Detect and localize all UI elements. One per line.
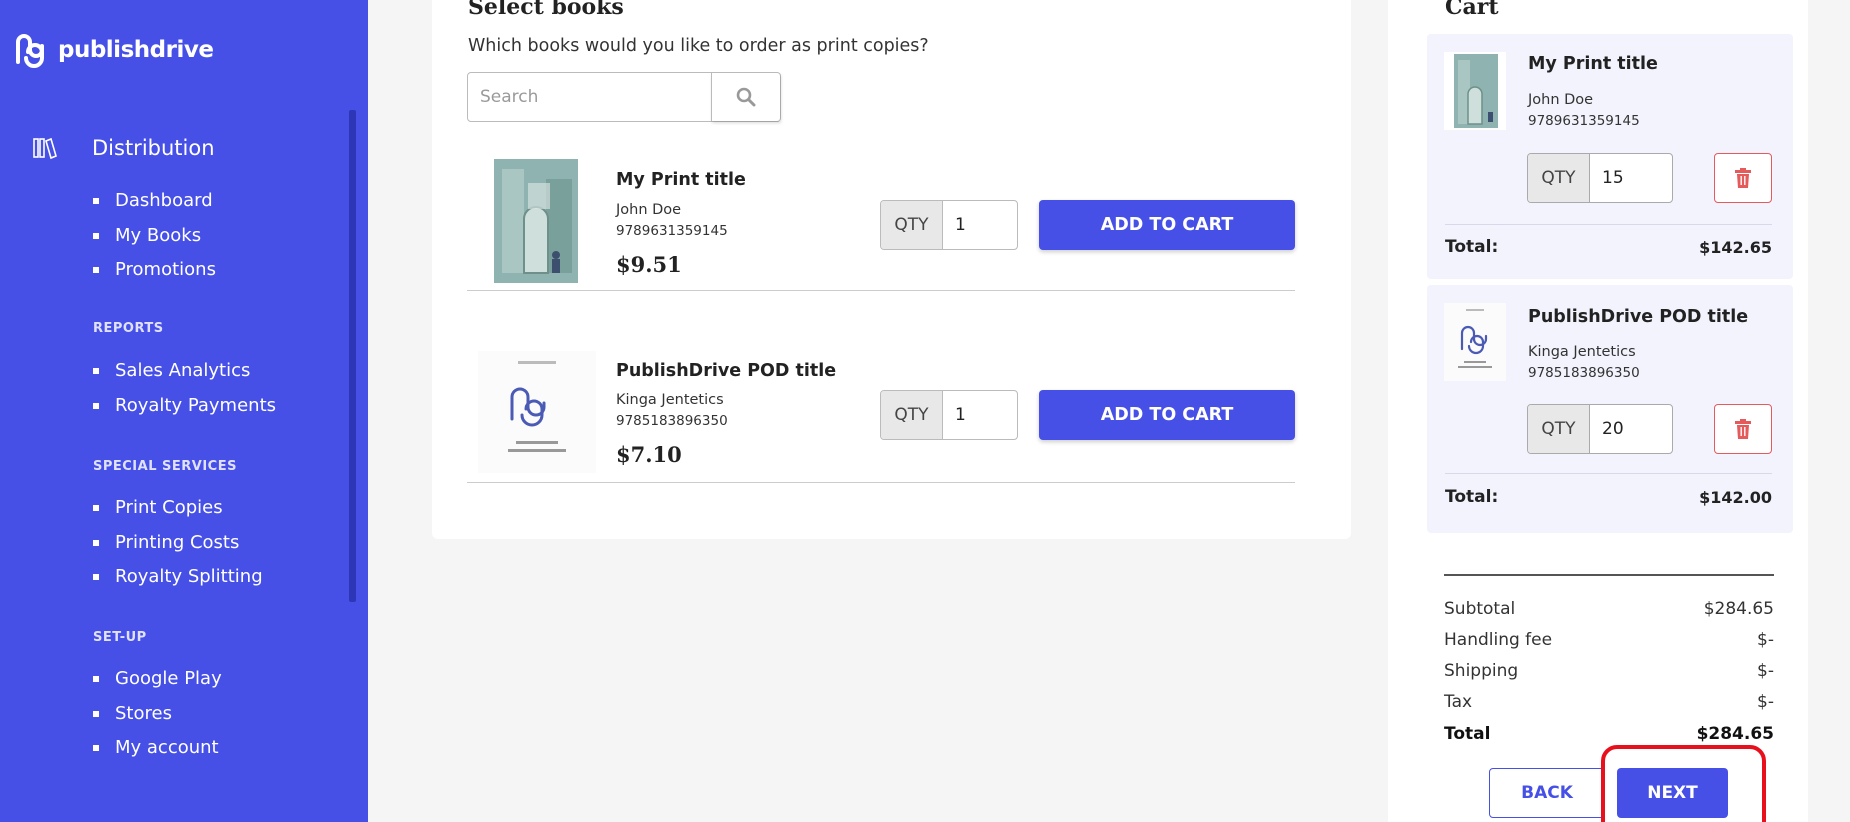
special-services-heading: SPECIAL SERVICES	[93, 459, 237, 474]
remove-item-button[interactable]	[1714, 404, 1772, 454]
cart-quantity-field: QTY 15	[1527, 153, 1673, 203]
trash-icon	[1735, 419, 1751, 439]
summary-label: Tax	[1444, 692, 1473, 712]
qty-label: QTY	[881, 201, 943, 249]
summary-label: Shipping	[1444, 661, 1519, 681]
cart-item: My Print title John Doe 9789631359145 QT…	[1427, 34, 1793, 279]
cart-item-author: Kinga Jentetics	[1528, 344, 1636, 360]
cart-title: Cart	[1445, 0, 1499, 20]
search-box	[467, 72, 781, 122]
summary-total: Total $284.65	[1444, 724, 1774, 744]
divider	[1445, 224, 1772, 225]
trash-icon	[1735, 168, 1751, 188]
distribution-nav: Dashboard My Books Promotions	[93, 190, 216, 294]
book-price: $9.51	[616, 252, 682, 277]
sidebar-item-print-copies[interactable]: Print Copies	[93, 497, 263, 532]
qty-label: QTY	[881, 391, 943, 439]
cart-item-author: John Doe	[1528, 92, 1594, 108]
publishdrive-logo-icon	[16, 34, 44, 68]
qty-input[interactable]: 20	[1590, 405, 1672, 453]
remove-item-button[interactable]	[1714, 153, 1772, 203]
cart-item-total-value: $142.00	[1699, 488, 1772, 507]
sidebar-item-google-play[interactable]: Google Play	[93, 668, 222, 703]
sidebar-scrollbar[interactable]	[349, 110, 356, 602]
summary-value: $-	[1757, 661, 1774, 681]
cart-item-total-value: $142.65	[1699, 238, 1772, 257]
search-input[interactable]	[468, 73, 711, 121]
cart-item-isbn: 9789631359145	[1528, 113, 1640, 129]
book-title: PublishDrive POD title	[616, 361, 837, 381]
summary-value: $-	[1757, 630, 1774, 650]
divider	[1445, 473, 1772, 474]
reports-nav: Sales Analytics Royalty Payments	[93, 360, 276, 429]
back-button[interactable]: BACK	[1489, 768, 1605, 818]
summary-label: Subtotal	[1444, 599, 1516, 619]
sidebar-item-my-account[interactable]: My account	[93, 737, 222, 772]
sidebar-item-sales-analytics[interactable]: Sales Analytics	[93, 360, 276, 395]
book-cover-image	[494, 159, 578, 283]
qty-input[interactable]: 1	[943, 391, 1017, 439]
next-button-highlight	[1601, 745, 1766, 822]
summary-value: $284.65	[1703, 599, 1774, 619]
brand-name: publishdrive	[58, 37, 214, 63]
reports-heading: REPORTS	[93, 321, 164, 336]
select-books-title: Select books	[468, 0, 624, 20]
cart-item-isbn: 9785183896350	[1528, 365, 1640, 381]
sidebar-item-stores[interactable]: Stores	[93, 703, 222, 738]
summary-handling-fee: Handling fee $-	[1444, 630, 1774, 650]
summary-value: $284.65	[1696, 724, 1774, 744]
sidebar-section-distribution[interactable]: Distribution	[32, 136, 215, 160]
sidebar-section-label: Distribution	[92, 136, 215, 160]
book-isbn: 9789631359145	[616, 223, 728, 239]
book-author: Kinga Jentetics	[616, 392, 724, 408]
cart-item-total-label: Total:	[1445, 487, 1499, 507]
sidebar-item-dashboard[interactable]: Dashboard	[93, 190, 216, 225]
cart-quantity-field: QTY 20	[1527, 404, 1673, 454]
qty-input[interactable]: 15	[1590, 154, 1672, 202]
brand-logo[interactable]: publishdrive	[12, 32, 214, 68]
summary-tax: Tax $-	[1444, 692, 1774, 712]
books-icon	[33, 137, 57, 160]
search-icon	[736, 87, 756, 107]
summary-value: $-	[1757, 692, 1774, 712]
book-author: John Doe	[616, 202, 682, 218]
summary-shipping: Shipping $-	[1444, 661, 1774, 681]
sidebar-item-royalty-payments[interactable]: Royalty Payments	[93, 395, 276, 430]
summary-subtotal: Subtotal $284.65	[1444, 599, 1774, 619]
cart-item-cover-image	[1444, 303, 1506, 381]
book-title: My Print title	[616, 170, 746, 190]
sidebar: publishdrive Distribution Dashboard My B…	[0, 0, 368, 822]
add-to-cart-button[interactable]: ADD TO CART	[1039, 390, 1295, 440]
cart-item-cover-image	[1444, 52, 1506, 130]
summary-label: Handling fee	[1444, 630, 1553, 650]
search-button[interactable]	[711, 73, 780, 121]
cart-item-total-label: Total:	[1445, 237, 1499, 257]
book-price: $7.10	[616, 442, 682, 467]
book-row: My Print title John Doe 9789631359145 $9…	[467, 150, 1295, 291]
book-isbn: 9785183896350	[616, 413, 728, 429]
quantity-field: QTY 1	[880, 390, 1018, 440]
book-row: PublishDrive POD title Kinga Jentetics 9…	[467, 341, 1295, 483]
special-services-nav: Print Copies Printing Costs Royalty Spli…	[93, 497, 263, 601]
book-cover-image	[478, 351, 596, 473]
qty-label: QTY	[1528, 405, 1590, 453]
cart-item-title: My Print title	[1528, 54, 1658, 74]
sidebar-item-royalty-splitting[interactable]: Royalty Splitting	[93, 566, 263, 601]
cart-item-title: PublishDrive POD title	[1528, 307, 1749, 327]
summary-divider	[1444, 574, 1774, 576]
setup-heading: SET-UP	[93, 630, 147, 645]
add-to-cart-button[interactable]: ADD TO CART	[1039, 200, 1295, 250]
select-books-subtitle: Which books would you like to order as p…	[468, 36, 929, 56]
sidebar-item-my-books[interactable]: My Books	[93, 225, 216, 260]
qty-label: QTY	[1528, 154, 1590, 202]
quantity-field: QTY 1	[880, 200, 1018, 250]
summary-label: Total	[1444, 724, 1491, 744]
sidebar-item-promotions[interactable]: Promotions	[93, 259, 216, 294]
cart-item: PublishDrive POD title Kinga Jentetics 9…	[1427, 285, 1793, 533]
qty-input[interactable]: 1	[943, 201, 1017, 249]
setup-nav: Google Play Stores My account	[93, 668, 222, 772]
sidebar-item-printing-costs[interactable]: Printing Costs	[93, 532, 263, 567]
